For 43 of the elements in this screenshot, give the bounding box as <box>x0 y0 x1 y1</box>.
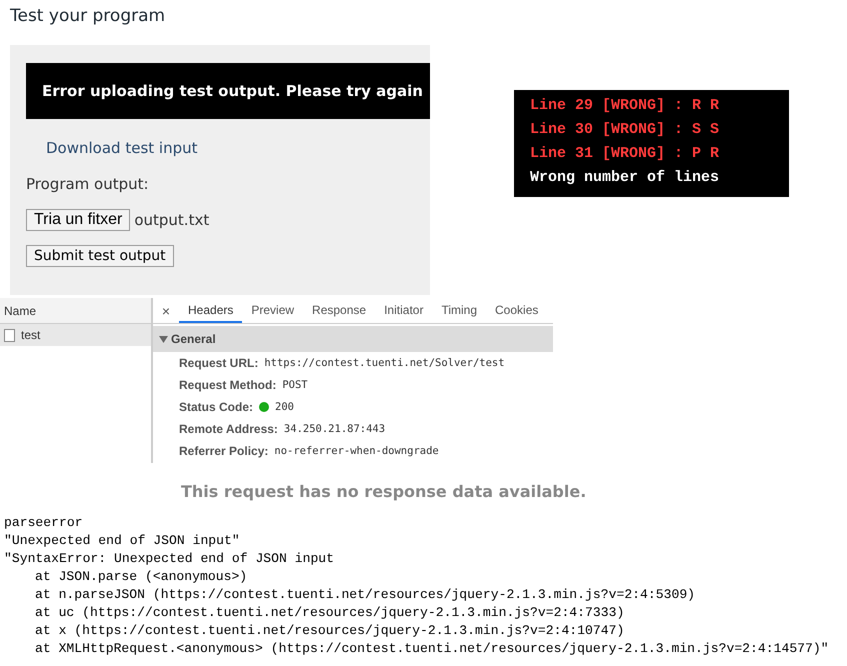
console-line: at XMLHttpRequest.<anonymous> (https://contest.tuenti.net/resources/jquery-2.1.3.min.js?v=2:4:14577)" <box>34 640 830 658</box>
summary-line: Wrong number of lines <box>530 168 720 188</box>
header-value: https://contest.tuenti.net/Solver/test <box>264 357 505 369</box>
devtools-tab[interactable]: Initiator <box>375 298 432 323</box>
error-banner: Error uploading test output. Please try again <box>26 63 430 119</box>
header-value: 34.250.21.87:443 <box>284 423 386 435</box>
close-icon[interactable]: × <box>153 298 179 323</box>
file-name: output.txt <box>134 211 210 229</box>
console-line: "Unexpected end of JSON input" <box>4 532 241 550</box>
console-line: at uc (https://contest.tuenti.net/resources/jquery-2.1.3.min.js?v=2:4:7333) <box>34 604 626 622</box>
header-value: POST <box>282 379 308 391</box>
submit-button[interactable]: Submit test output <box>26 245 174 267</box>
result-line: Line 31 [WRONG] : P R <box>530 144 720 164</box>
output-label: Program output: <box>26 175 150 193</box>
console-line: "SyntaxError: Unexpected end of JSON input <box>4 550 336 568</box>
devtools-tab[interactable]: Headers <box>179 298 242 323</box>
console-line: at x (https://contest.tuenti.net/resources/jquery-2.1.3.min.js?v=2:4:10747) <box>34 622 626 640</box>
no-response-message: This request has no response data available. <box>181 482 588 503</box>
header-key: Request URL: <box>179 356 258 370</box>
header-key: Request Method: <box>179 378 276 392</box>
page-title: Test your program <box>10 5 166 28</box>
download-link[interactable]: Download test input <box>46 139 198 157</box>
request-row[interactable]: test <box>0 324 151 346</box>
choose-file-button[interactable]: Tria un fitxer <box>26 209 130 231</box>
devtools-tab[interactable]: Timing <box>432 298 486 323</box>
devtools-tab[interactable]: Preview <box>242 298 304 323</box>
console-line: at n.parseJSON (https://contest.tuenti.net/resources/jquery-2.1.3.min.js?v=2:4:5309) <box>34 586 696 604</box>
devtools-tab[interactable]: Response <box>303 298 376 323</box>
console-line: parseerror <box>4 514 84 532</box>
document-icon <box>4 328 15 342</box>
request-name: test <box>21 328 40 342</box>
header-key: Status Code: <box>179 400 254 414</box>
name-column-header: Name <box>0 298 151 324</box>
general-section-header[interactable]: General <box>153 326 553 352</box>
result-line: Line 29 [WRONG] : R R <box>530 96 720 116</box>
header-value: 200 <box>275 401 294 413</box>
header-key: Referrer Policy: <box>179 444 268 458</box>
header-key: Remote Address: <box>179 422 278 436</box>
triangle-icon <box>159 335 168 343</box>
header-value: no-referrer-when-downgrade <box>274 445 439 457</box>
result-line: Line 30 [WRONG] : S S <box>530 120 720 140</box>
console-line: at JSON.parse (<anonymous>) <box>34 568 248 586</box>
devtools-tab[interactable]: Cookies <box>486 298 548 323</box>
